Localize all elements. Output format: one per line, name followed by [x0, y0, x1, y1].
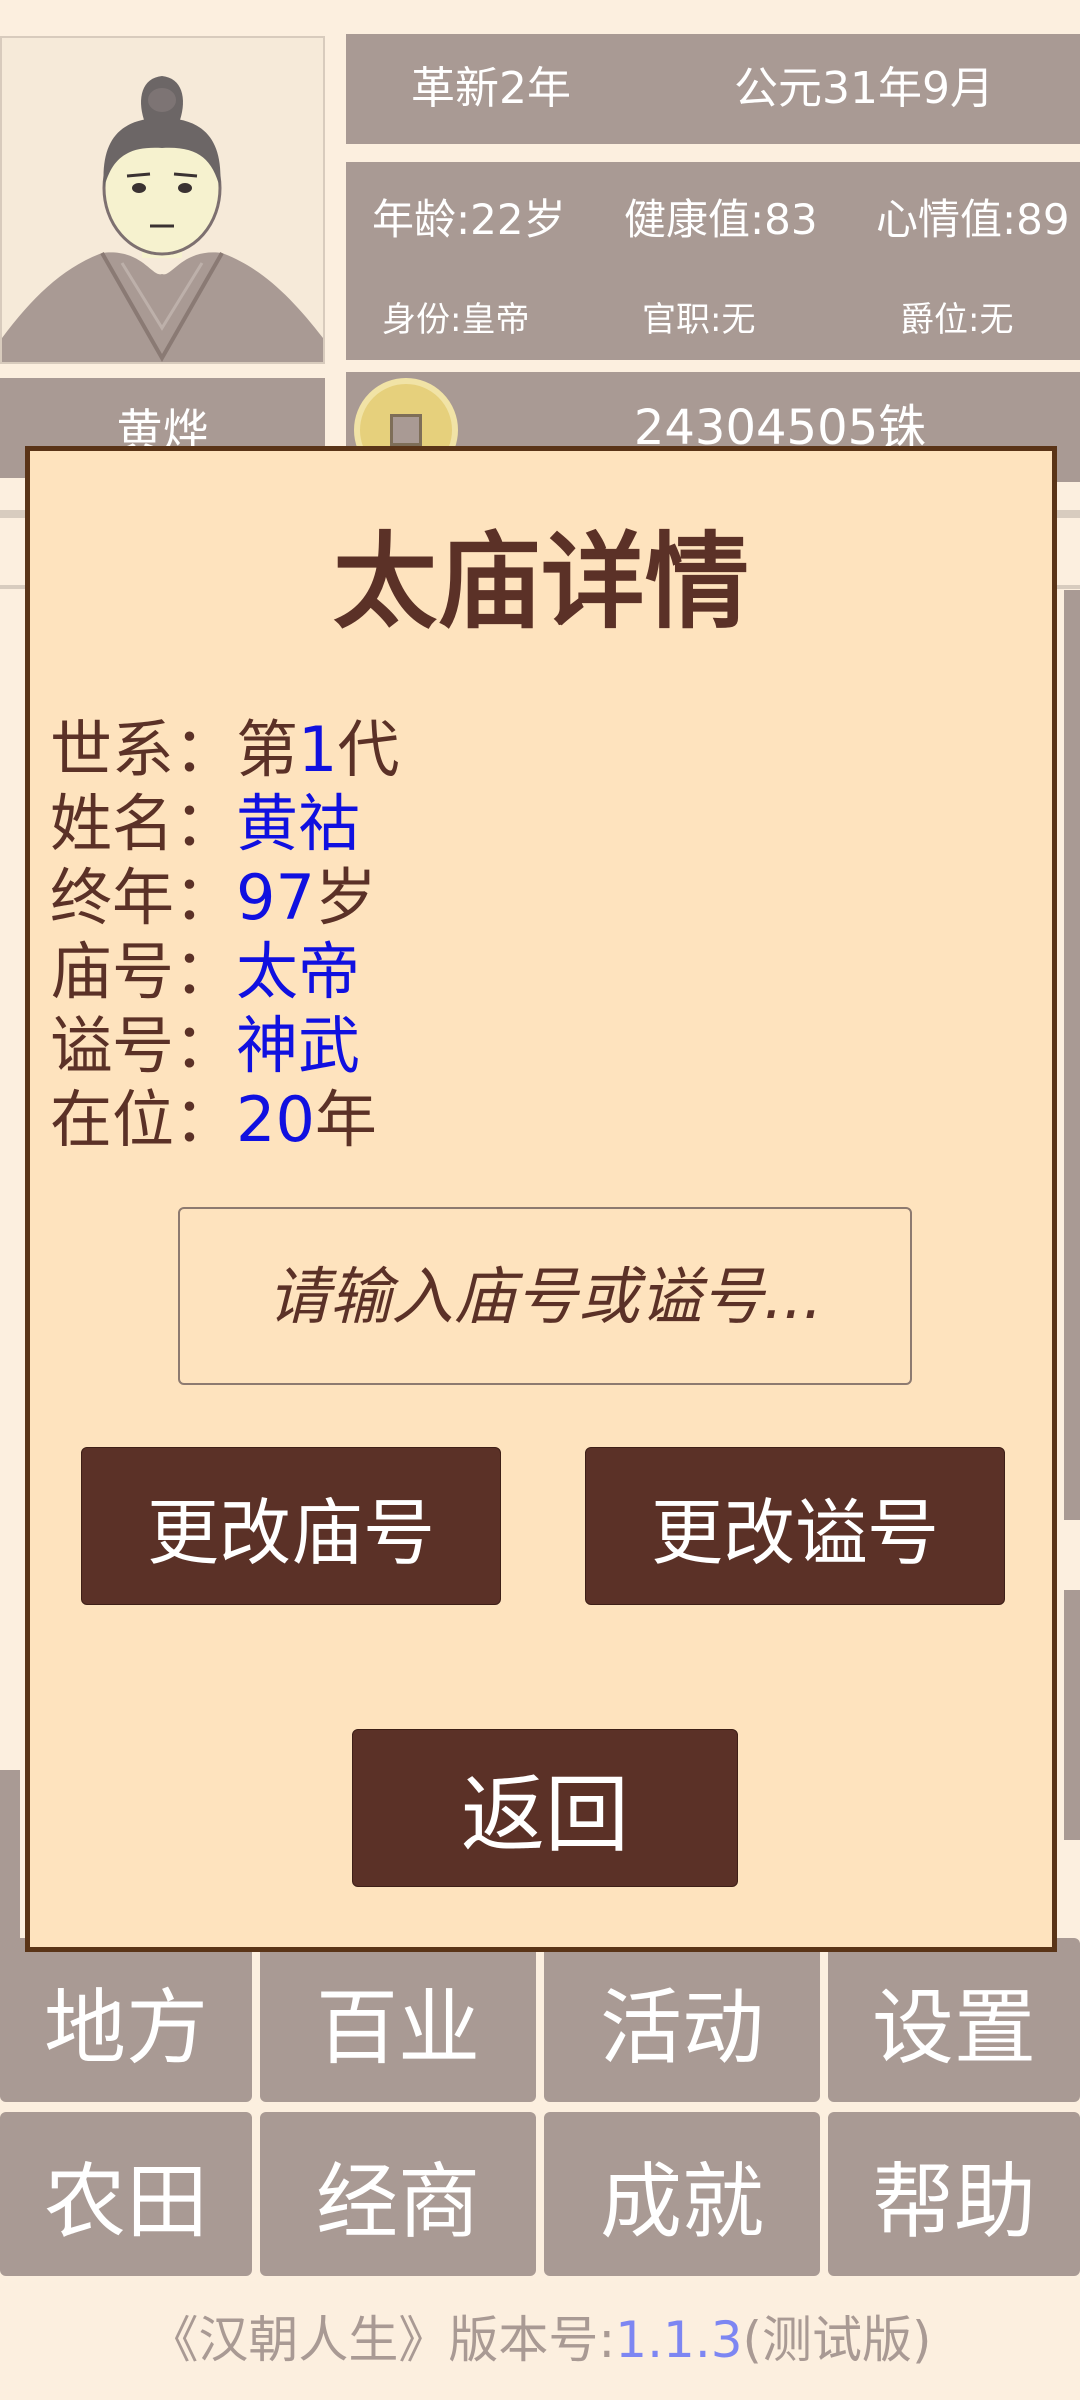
office-stat: 官职:无 [642, 300, 756, 340]
name-input[interactable] [178, 1207, 912, 1385]
age-stat: 年龄:22岁 [372, 195, 566, 244]
version-footer: 《汉朝人生》版本号:1.1.3(测试版) [0, 2300, 1080, 2372]
nav-help[interactable]: 帮助 [828, 2112, 1080, 2276]
era-label: 革新2年 [411, 63, 571, 114]
row-label: 在位： [50, 1083, 237, 1156]
row-label: 谥号： [50, 1009, 237, 1082]
row-number: 97 [236, 861, 315, 934]
back-button[interactable]: 返回 [352, 1729, 738, 1887]
nav-commerce[interactable]: 经商 [260, 2112, 536, 2276]
row-label: 庙号： [50, 935, 237, 1008]
rank-stat: 爵位:无 [900, 300, 1014, 340]
dialog-title: 太庙详情 [332, 521, 749, 643]
info-row-reign: 在位：20年 [50, 1083, 377, 1157]
health-stat: 健康值:83 [624, 195, 818, 244]
avatar[interactable] [0, 36, 325, 364]
row-number: 20 [236, 1083, 315, 1156]
row-label: 终年： [50, 861, 237, 934]
row-prefix: 第 [236, 713, 299, 786]
date-label: 公元31年9月 [734, 63, 994, 114]
footer-suffix: (测试版) [742, 2311, 932, 2369]
ancestral-temple-dialog: 太庙详情 世系：第1代 姓名：黄祜 终年：97岁 庙号：太帝 谥号：神武 在位：… [25, 446, 1057, 1952]
mood-stat: 心情值:89 [876, 195, 1070, 244]
row-value: 神武 [236, 1009, 361, 1082]
stats-panel: 年龄:22岁 健康值:83 心情值:89 身份:皇帝 官职:无 爵位:无 [346, 162, 1080, 360]
row-unit: 岁 [314, 861, 377, 934]
change-temple-name-button[interactable]: 更改庙号 [81, 1447, 501, 1605]
row-label: 世系： [50, 713, 237, 786]
footer-prefix: 《汉朝人生》版本号: [148, 2311, 616, 2369]
change-posthumous-name-button[interactable]: 更改谥号 [585, 1447, 1005, 1605]
version-number[interactable]: 1.1.3 [615, 2311, 742, 2369]
row-value: 太帝 [236, 935, 361, 1008]
scrollbar[interactable] [1064, 590, 1080, 1520]
info-row-lineage: 世系：第1代 [50, 713, 400, 787]
nav-activities[interactable]: 活动 [544, 1938, 820, 2102]
emperor-portrait-icon [2, 76, 323, 363]
side-tab [1064, 1590, 1080, 1840]
row-label: 姓名： [50, 787, 237, 860]
info-row-posthumous-name: 谥号：神武 [50, 1009, 360, 1083]
nav-farmland[interactable]: 农田 [0, 2112, 252, 2276]
row-value: 黄祜 [236, 787, 361, 860]
row-number: 1 [298, 713, 338, 786]
row-unit: 代 [337, 713, 400, 786]
nav-achievements[interactable]: 成就 [544, 2112, 820, 2276]
nav-local[interactable]: 地方 [0, 1938, 252, 2102]
info-row-name: 姓名：黄祜 [50, 787, 360, 861]
info-row-age-at-death: 终年：97岁 [50, 861, 377, 935]
nav-settings[interactable]: 设置 [828, 1938, 1080, 2102]
identity-stat: 身份:皇帝 [382, 300, 530, 340]
nav-industries[interactable]: 百业 [260, 1938, 536, 2102]
date-bar: 革新2年 公元31年9月 [346, 34, 1080, 144]
info-row-temple-name: 庙号：太帝 [50, 935, 360, 1009]
row-unit: 年 [314, 1083, 377, 1156]
